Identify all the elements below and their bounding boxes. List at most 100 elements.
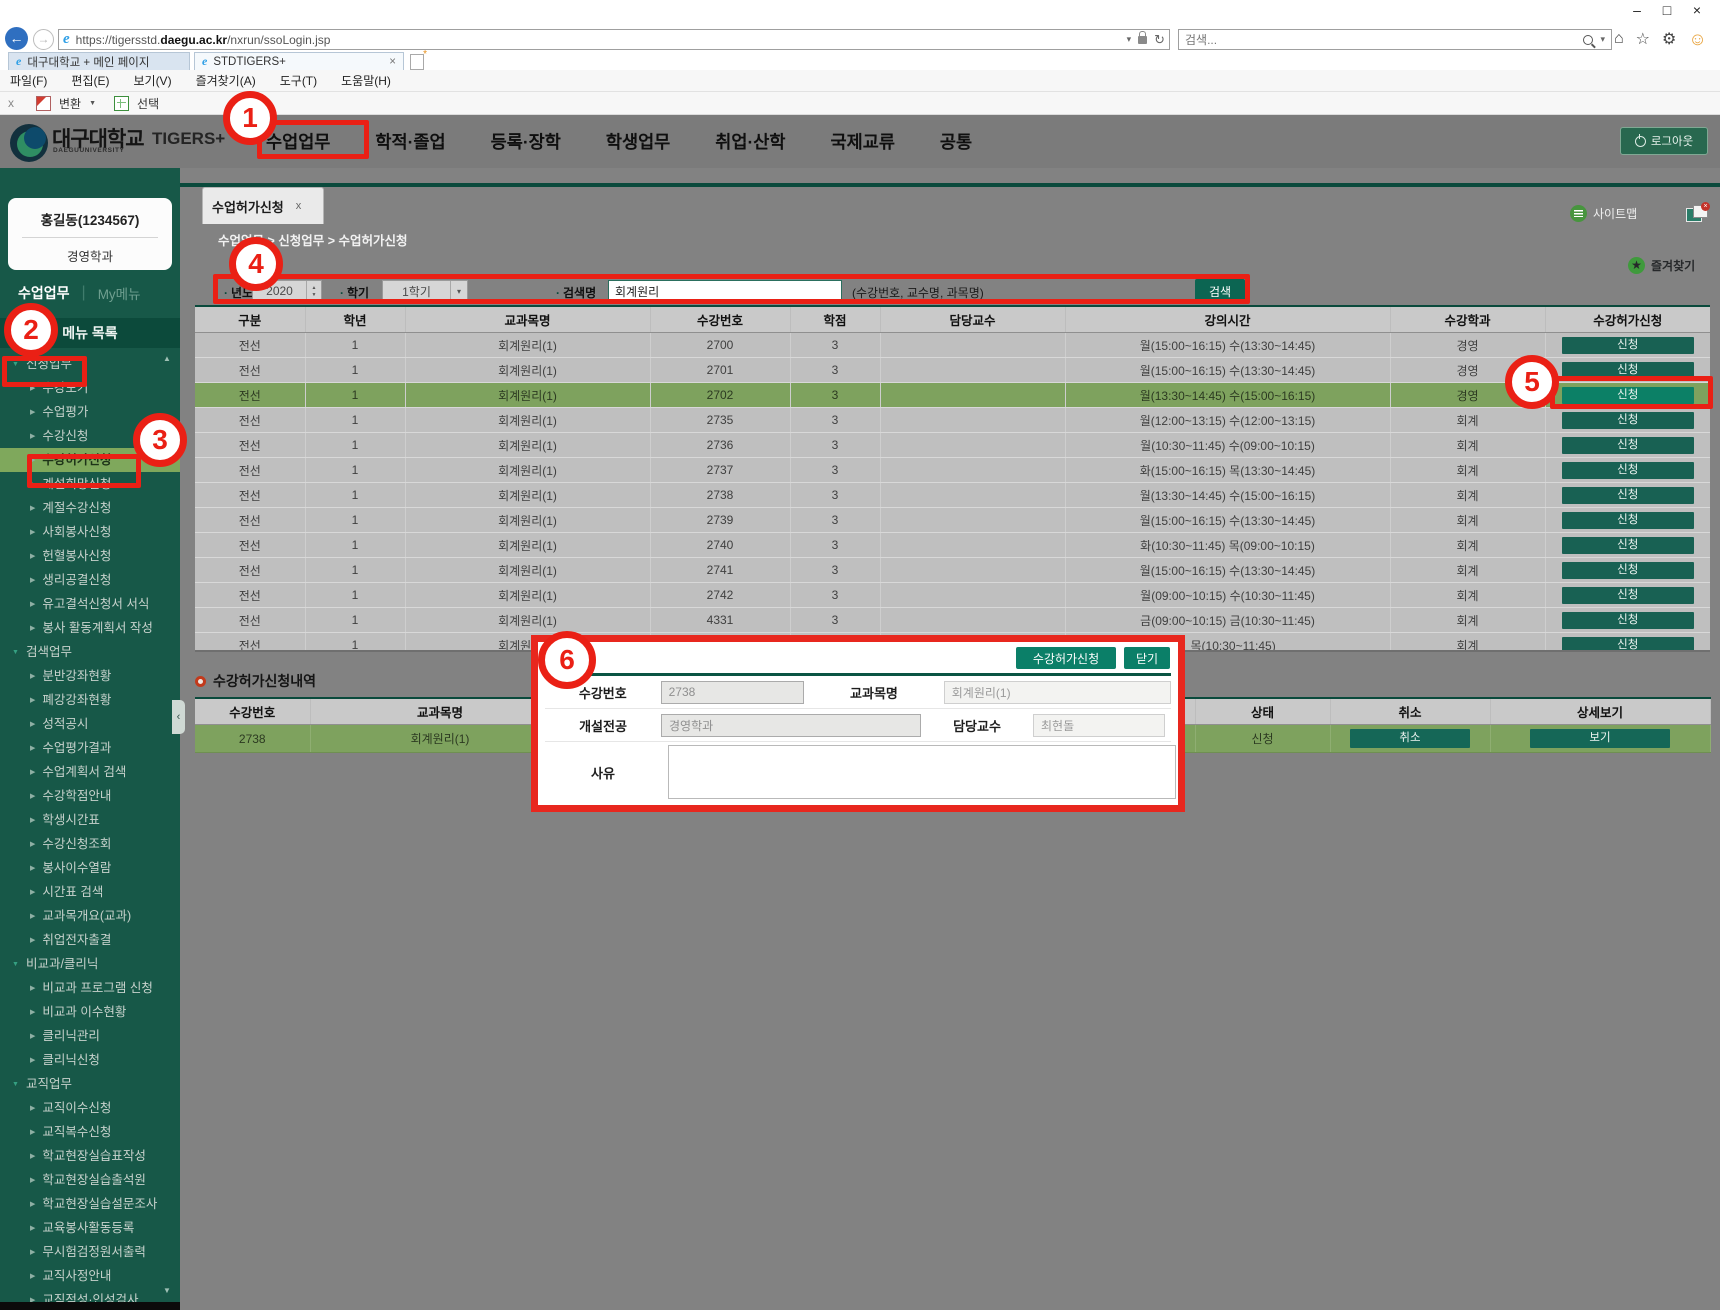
cancel-button[interactable]: 취소: [1350, 729, 1470, 748]
nav-item[interactable]: 공통: [940, 129, 972, 154]
sidebar-item[interactable]: 교과목개요(교과): [0, 904, 180, 928]
detail-button[interactable]: 보기: [1530, 729, 1670, 748]
table-row: 전선1회계원리(1) 27003 월(15:00~16:15) 수(13:30~…: [195, 333, 1710, 358]
favorite-link[interactable]: ★ 즐겨찾기: [1628, 257, 1695, 274]
sidebar-item[interactable]: 수업계획서 검색: [0, 760, 180, 784]
apply-button[interactable]: 신청: [1562, 612, 1694, 629]
url-input[interactable]: e https://tigersstd.daegu.ac.kr/nxrun/ss…: [58, 29, 1170, 50]
reason-textarea[interactable]: [668, 745, 1176, 799]
browser-tab-active[interactable]: e STDTIGERS+ ×: [194, 52, 404, 70]
sidebar-item[interactable]: 교직사정안내: [0, 1264, 180, 1288]
minimize-icon[interactable]: –: [1622, 2, 1652, 18]
sidebar-item[interactable]: 수강학점안내: [0, 784, 180, 808]
table-row: 전선1회계원리(1) 27363 월(10:30~11:45) 수(09:00~…: [195, 433, 1710, 458]
apply-button[interactable]: 신청: [1562, 487, 1694, 504]
sidebar-item[interactable]: 학교현장실습설문조사: [0, 1192, 180, 1216]
sidebar-item[interactable]: 비교과 프로그램 신청: [0, 976, 180, 1000]
browser-tab-home[interactable]: e 대구대학교 + 메인 페이지: [8, 52, 190, 70]
sidebar-item[interactable]: 교직복수신청: [0, 1120, 180, 1144]
apply-button[interactable]: 신청: [1562, 562, 1694, 579]
sidebar-item[interactable]: 헌혈봉사신청: [0, 544, 180, 568]
sidebar-item[interactable]: 교직업무: [0, 1072, 180, 1096]
sidebar-item[interactable]: 비교과/클리닉: [0, 952, 180, 976]
sidebar-item[interactable]: 분반강좌현황: [0, 664, 180, 688]
sidebar-item[interactable]: 학생시간표: [0, 808, 180, 832]
browser-search-input[interactable]: 검색... ▾: [1178, 29, 1612, 50]
apply-button[interactable]: 신청: [1562, 587, 1694, 604]
user-name: 홍길동(1234567): [8, 198, 172, 229]
sidebar-item[interactable]: 검색업무: [0, 640, 180, 664]
apply-button[interactable]: 신청: [1562, 462, 1694, 479]
scroll-down-icon[interactable]: ▼: [163, 1286, 171, 1295]
sidebar-collapse-handle[interactable]: ‹: [172, 700, 185, 734]
menu-item[interactable]: 도구(T): [280, 72, 317, 89]
tab-close-icon[interactable]: x: [296, 200, 302, 212]
maximize-icon[interactable]: □: [1652, 2, 1682, 18]
new-tab-icon[interactable]: *: [410, 54, 424, 70]
sidebar-item[interactable]: 성적공시: [0, 712, 180, 736]
modal-apply-button[interactable]: 수강허가신청: [1016, 647, 1116, 669]
page-tab[interactable]: 수업허가신청 x: [202, 187, 324, 224]
sidebar-item[interactable]: 클리닉신청: [0, 1048, 180, 1072]
sidebar-item[interactable]: 교육봉사활동등록: [0, 1216, 180, 1240]
sidebar-item[interactable]: 교직이수신청: [0, 1096, 180, 1120]
modal-close-button[interactable]: 닫기: [1124, 647, 1170, 669]
sidebar-item[interactable]: 취업전자출결: [0, 928, 180, 952]
sidebar-item[interactable]: 시간표 검색: [0, 880, 180, 904]
power-icon: [1635, 136, 1646, 147]
menu-item[interactable]: 도움말(H): [341, 72, 391, 89]
nav-item[interactable]: 학적·졸업: [375, 129, 445, 154]
nav-item[interactable]: 등록·장학: [491, 129, 561, 154]
menu-item[interactable]: 즐겨찾기(A): [196, 72, 256, 89]
tab-close-icon[interactable]: ×: [389, 56, 396, 68]
apply-button[interactable]: 신청: [1562, 437, 1694, 454]
settings-gear-icon[interactable]: ⚙: [1662, 29, 1676, 49]
sidebar-item[interactable]: 학교현장실습표작성: [0, 1144, 180, 1168]
apply-button[interactable]: 신청: [1562, 537, 1694, 554]
nav-item[interactable]: 학생업무: [606, 129, 670, 154]
close-icon[interactable]: ×: [1682, 2, 1712, 18]
url-dropdown-icon[interactable]: ▾: [1127, 34, 1132, 45]
scroll-up-icon[interactable]: ▲: [163, 354, 171, 363]
convert-button[interactable]: 변환: [59, 95, 81, 112]
sidebar-item[interactable]: 봉사이수열람: [0, 856, 180, 880]
apply-button[interactable]: 신청: [1562, 337, 1694, 354]
nav-item[interactable]: 국제교류: [831, 129, 895, 154]
logout-button[interactable]: 로그아웃: [1620, 127, 1708, 155]
select-button[interactable]: 선택: [137, 95, 159, 112]
sidebar-tab-active[interactable]: 수업업무: [18, 283, 70, 303]
nav-item[interactable]: 취업·산학: [715, 129, 785, 154]
sidebar-item[interactable]: 사회봉사신청: [0, 520, 180, 544]
apply-button[interactable]: 신청: [1562, 512, 1694, 529]
sidebar-item[interactable]: 비교과 이수현황: [0, 1000, 180, 1024]
sidebar-item[interactable]: 봉사 활동계획서 작성: [0, 616, 180, 640]
search-dropdown-icon[interactable]: ▾: [1600, 34, 1605, 45]
favorites-star-icon[interactable]: ☆: [1636, 29, 1650, 49]
home-icon[interactable]: ⌂: [1614, 30, 1624, 48]
chevron-down-icon[interactable]: ▼: [89, 100, 96, 107]
sidebar-tab-mymenu[interactable]: My메뉴: [98, 283, 141, 303]
toolbar-close-icon[interactable]: x: [8, 96, 14, 110]
menu-item[interactable]: 편집(E): [71, 72, 109, 89]
menu-item[interactable]: 보기(V): [133, 72, 171, 89]
back-button[interactable]: ←: [5, 27, 28, 50]
sidebar-item[interactable]: 수강신청조회: [0, 832, 180, 856]
sidebar-item[interactable]: 폐강강좌현황: [0, 688, 180, 712]
sidebar-item[interactable]: 무시험검정원서출력: [0, 1240, 180, 1264]
major-field: 경영학과: [661, 714, 921, 737]
sidebar-item[interactable]: 생리공결신청: [0, 568, 180, 592]
sidebar-item[interactable]: 유고결석신청서 서식: [0, 592, 180, 616]
search-icon[interactable]: [1583, 35, 1593, 45]
sidebar-item[interactable]: 계절수강신청: [0, 496, 180, 520]
sidebar-item[interactable]: 교직적성·인성검사: [0, 1288, 180, 1302]
smiley-icon[interactable]: ☺: [1688, 29, 1706, 50]
apply-button[interactable]: 신청: [1562, 412, 1694, 429]
popup-icon[interactable]: ×: [1686, 205, 1708, 222]
sidebar-item[interactable]: 수업평가결과: [0, 736, 180, 760]
sitemap-link[interactable]: 사이트맵: [1570, 205, 1637, 222]
forward-button[interactable]: →: [33, 29, 54, 50]
refresh-icon[interactable]: ↻: [1154, 32, 1165, 48]
sidebar-item[interactable]: 클리닉관리: [0, 1024, 180, 1048]
sidebar-item[interactable]: 학교현장실습출석원: [0, 1168, 180, 1192]
menu-item[interactable]: 파일(F): [10, 72, 47, 89]
